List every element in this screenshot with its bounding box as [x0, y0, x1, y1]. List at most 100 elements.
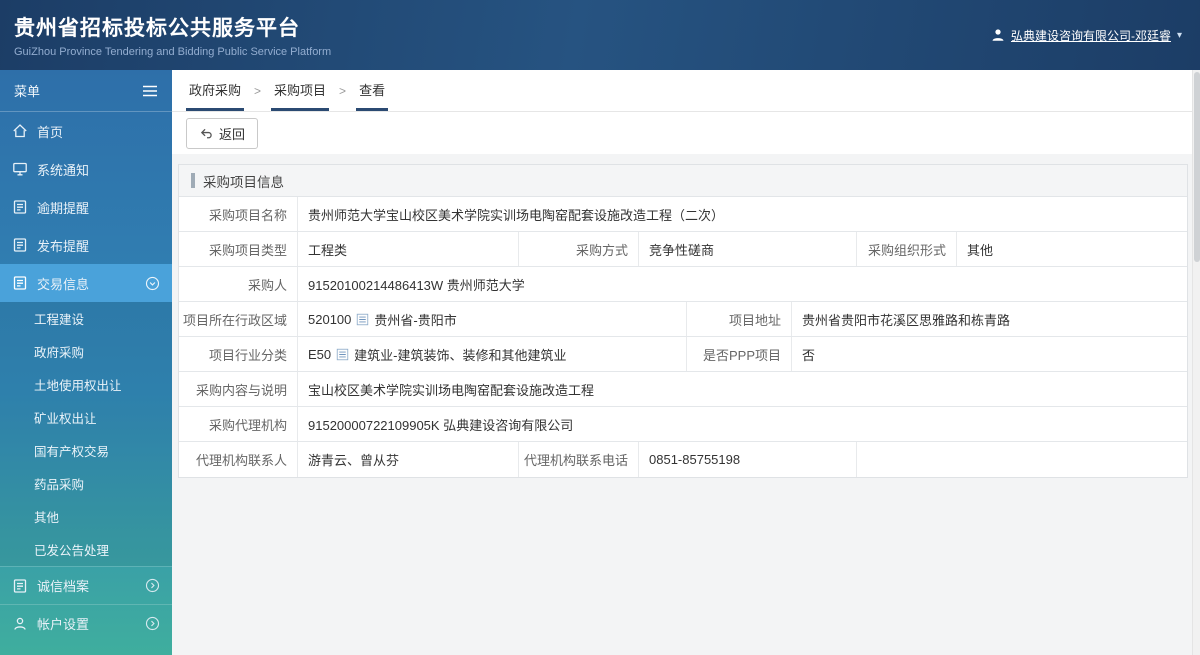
- region-name: 贵州省-贵阳市: [374, 312, 457, 328]
- submenu-item-land-use[interactable]: 土地使用权出让: [0, 368, 172, 401]
- region-picker-icon[interactable]: [356, 313, 369, 326]
- sidebar-item-label: 诚信档案: [37, 579, 90, 594]
- field-label: 采购内容与说明: [195, 382, 287, 398]
- field-label: 采购组织形式: [856, 232, 956, 266]
- sidebar: 菜单 首页 系统通知 逾期提醒 发布提醒 交易信息 工程建设 政府采购 土地使用…: [0, 70, 172, 655]
- chevron-right-circle-icon: [145, 578, 160, 593]
- table-row: 采购项目类型 工程类 采购方式 竞争性磋商 采购组织形式 其他: [179, 232, 1187, 267]
- chevron-down-circle-icon: [145, 276, 160, 291]
- industry-picker-icon[interactable]: [336, 348, 349, 361]
- sidebar-item-label: 逾期提醒: [37, 200, 90, 216]
- field-label: 采购代理机构: [208, 417, 287, 433]
- field-value: 否: [791, 337, 1187, 371]
- field-label: 采购方式: [518, 232, 638, 266]
- doc-icon: [12, 237, 28, 253]
- doc-icon: [12, 199, 28, 215]
- sidebar-item-label: 帐户设置: [37, 617, 90, 632]
- user-label: 弘典建设咨询有限公司-邓廷睿: [1010, 28, 1171, 43]
- user-icon: [991, 28, 1005, 42]
- field-value: 其他: [956, 232, 1187, 266]
- field-label: 采购人: [247, 277, 287, 293]
- field-label: 采购项目名称: [208, 207, 287, 223]
- back-icon: [199, 127, 213, 140]
- table-row: 采购项目名称 贵州师范大学宝山校区美术学院实训场电陶窑配套设施改造工程（二次）: [179, 197, 1187, 232]
- app-shell: 菜单 首页 系统通知 逾期提醒 发布提醒 交易信息 工程建设 政府采购 土地使用…: [0, 70, 1200, 655]
- field-value: 宝山校区美术学院实训场电陶窑配套设施改造工程: [297, 372, 1187, 406]
- submenu-item-published-notices[interactable]: 已发公告处理: [0, 533, 172, 566]
- sidebar-item-integrity-archive[interactable]: 诚信档案: [0, 566, 172, 604]
- field-label: 是否PPP项目: [686, 337, 791, 371]
- table-row: 项目所在行政区域 520100 贵州省-贵阳市 项目地址 贵州省贵阳市花溪区思雅…: [179, 302, 1187, 337]
- doc-icon: [12, 578, 28, 594]
- sidebar-menu-header: 菜单: [0, 70, 172, 112]
- field-value: 工程类: [297, 232, 518, 266]
- table-row: 采购代理机构 91520000722109905K 弘典建设咨询有限公司: [179, 407, 1187, 442]
- field-label: 项目所在行政区域: [182, 312, 287, 328]
- app-title: 贵州省招标投标公共服务平台: [14, 17, 300, 40]
- monitor-icon: [12, 161, 28, 177]
- home-icon: [12, 123, 28, 139]
- chevron-right-circle-icon: [145, 616, 160, 631]
- sidebar-item-publish-reminder[interactable]: 发布提醒: [0, 226, 172, 264]
- breadcrumb-item-gov-procurement[interactable]: 政府采购: [186, 70, 245, 111]
- main-content: 政府采购 > 采购项目 > 查看 返回 采购项目信息 采购项目名称 贵州师范大学…: [172, 70, 1200, 655]
- sidebar-item-label: 首页: [37, 124, 64, 140]
- sidebar-item-home[interactable]: 首页: [0, 112, 172, 150]
- sidebar-item-account-settings[interactable]: 帐户设置: [0, 604, 172, 642]
- panel-header: 采购项目信息: [179, 165, 1187, 197]
- submenu-item-pharma[interactable]: 药品采购: [0, 467, 172, 500]
- submenu-item-engineering[interactable]: 工程建设: [0, 302, 172, 335]
- field-label: 代理机构联系电话: [518, 442, 638, 477]
- region-code: 520100: [308, 311, 352, 327]
- industry-code: E50: [308, 346, 332, 362]
- sidebar-submenu: 工程建设 政府采购 土地使用权出让 矿业权出让 国有产权交易 药品采购 其他 已…: [0, 302, 172, 566]
- brand: 贵州省招标投标公共服务平台 GuiZhou Province Tendering…: [14, 12, 331, 58]
- breadcrumb-item-procurement-project[interactable]: 采购项目: [271, 70, 330, 111]
- breadcrumb-separator: >: [254, 83, 262, 98]
- field-value: 游青云、曾从芬: [297, 442, 518, 477]
- field-label: 采购项目类型: [208, 242, 287, 258]
- sidebar-item-notifications[interactable]: 系统通知: [0, 150, 172, 188]
- app-subtitle: GuiZhou Province Tendering and Bidding P…: [14, 46, 332, 58]
- sidebar-item-label: 系统通知: [37, 162, 90, 178]
- field-value: 贵州省贵阳市花溪区思雅路和栋青路: [791, 302, 1187, 336]
- submenu-item-gov-procurement[interactable]: 政府采购: [0, 335, 172, 368]
- field-value: 贵州师范大学宝山校区美术学院实训场电陶窑配套设施改造工程（二次）: [297, 197, 1187, 231]
- breadcrumb-separator: >: [339, 83, 347, 98]
- panel-title-bar: [191, 173, 195, 188]
- table-row: 项目行业分类 E50 建筑业-建筑装饰、装修和其他建筑业 是否PPP项目 否: [179, 337, 1187, 372]
- field-value: 竞争性磋商: [638, 232, 856, 266]
- person-icon: [12, 616, 28, 632]
- toolbar: 返回: [172, 112, 1200, 154]
- table-row: 采购内容与说明 宝山校区美术学院实训场电陶窑配套设施改造工程: [179, 372, 1187, 407]
- field-value: 91520000722109905K 弘典建设咨询有限公司: [297, 407, 1187, 441]
- caret-down-icon: ▾: [1176, 29, 1182, 41]
- field-label: 项目地址: [686, 302, 791, 336]
- scrollbar[interactable]: [1192, 70, 1200, 655]
- panel-title: 采购项目信息: [203, 174, 284, 190]
- table-row: 代理机构联系人 游青云、曾从芬 代理机构联系电话 0851-85755198: [179, 442, 1187, 477]
- sidebar-item-transactions[interactable]: 交易信息: [0, 264, 172, 302]
- field-value: 91520100214486413W 贵州师范大学: [297, 267, 1187, 301]
- user-menu[interactable]: 弘典建设咨询有限公司-邓廷睿 ▾: [991, 27, 1182, 44]
- breadcrumb-item-view[interactable]: 查看: [356, 70, 389, 111]
- sidebar-item-label: 交易信息: [37, 276, 90, 292]
- submenu-item-state-property[interactable]: 国有产权交易: [0, 434, 172, 467]
- sidebar-item-label: 发布提醒: [37, 238, 90, 254]
- field-value: 0851-85755198: [638, 442, 856, 477]
- table-row: 采购人 91520100214486413W 贵州师范大学: [179, 267, 1187, 302]
- back-button-label: 返回: [219, 126, 246, 142]
- app-header: 贵州省招标投标公共服务平台 GuiZhou Province Tendering…: [0, 0, 1200, 70]
- back-button[interactable]: 返回: [186, 117, 259, 149]
- menu-title: 菜单: [14, 84, 41, 99]
- submenu-item-other[interactable]: 其他: [0, 500, 172, 533]
- scrollbar-thumb[interactable]: [1194, 72, 1200, 262]
- industry-name: 建筑业-建筑装饰、装修和其他建筑业: [354, 347, 567, 363]
- field-label: 项目行业分类: [208, 347, 287, 363]
- empty-cell: [856, 442, 1187, 477]
- submenu-item-mining-rights[interactable]: 矿业权出让: [0, 401, 172, 434]
- sidebar-item-overdue-reminder[interactable]: 逾期提醒: [0, 188, 172, 226]
- breadcrumb: 政府采购 > 采购项目 > 查看: [172, 70, 1200, 112]
- doc-icon: [12, 275, 28, 291]
- hamburger-icon[interactable]: [142, 84, 158, 98]
